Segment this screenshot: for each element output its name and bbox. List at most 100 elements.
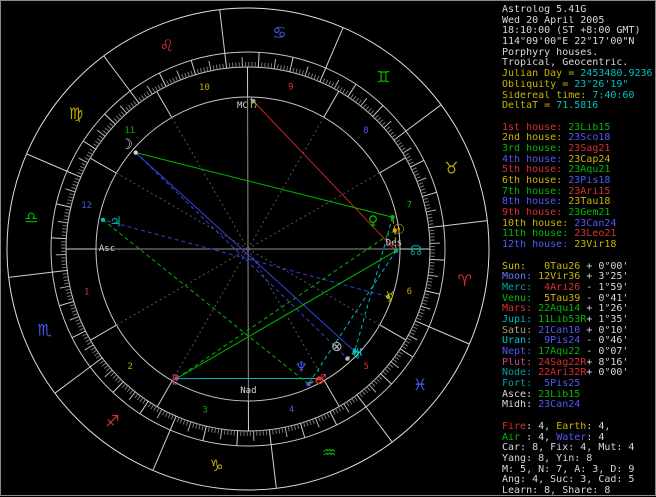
degree-tick bbox=[63, 277, 68, 278]
degree-tick bbox=[80, 328, 85, 330]
degree-tick bbox=[305, 67, 308, 76]
jupiter-glyph: ♃ bbox=[109, 214, 122, 230]
degree-tick bbox=[367, 387, 370, 391]
panel-text: 23Ari15 bbox=[568, 187, 610, 197]
sign-leo-glyph: ♌ bbox=[160, 36, 174, 55]
degree-tick bbox=[402, 346, 406, 349]
degree-tick bbox=[158, 85, 160, 89]
degree-tick bbox=[297, 424, 298, 429]
panel-line: Midh: 23Can24 bbox=[502, 400, 656, 411]
degree-tick bbox=[427, 214, 432, 215]
degree-tick bbox=[273, 429, 274, 434]
panel-line: 11th house: 23Leo21 bbox=[502, 229, 656, 240]
panel-text: Moon: bbox=[502, 272, 538, 282]
degree-tick bbox=[79, 169, 84, 171]
degree-tick bbox=[113, 375, 117, 378]
degree-tick bbox=[326, 80, 328, 85]
house-spoke bbox=[248, 249, 380, 325]
degree-tick bbox=[67, 203, 72, 204]
degree-tick bbox=[398, 351, 402, 354]
degree-tick bbox=[280, 65, 281, 70]
degree-tick bbox=[88, 152, 92, 155]
degree-tick bbox=[342, 89, 345, 93]
asc-label: Asc bbox=[99, 244, 115, 254]
degree-tick bbox=[366, 106, 369, 110]
sign-boundary bbox=[153, 430, 170, 470]
sign-aries-glyph: ♈ bbox=[458, 271, 472, 290]
degree-tick bbox=[284, 66, 285, 71]
degree-tick bbox=[383, 371, 387, 374]
panel-text: : 4, bbox=[586, 422, 610, 432]
degree-tick bbox=[420, 309, 425, 311]
degree-tick bbox=[199, 425, 200, 430]
sun-glyph: ☉ bbox=[393, 222, 406, 238]
degree-tick bbox=[82, 163, 86, 165]
degree-tick bbox=[216, 65, 217, 70]
panel-line: Merc: 4Ari26 - 1°59' bbox=[502, 283, 656, 294]
degree-tick bbox=[111, 373, 115, 376]
panel-line: Venu: 5Tau39 - 0°41' bbox=[502, 294, 656, 305]
panel-text: 18:10:00 (ST +8:00 GMT) bbox=[502, 26, 640, 36]
degree-tick bbox=[90, 149, 94, 152]
degree-tick bbox=[130, 91, 139, 103]
degree-tick bbox=[68, 197, 73, 198]
panel-line: Ang: 4, Suc: 3, Cad: 5 bbox=[502, 475, 656, 486]
moon-dot bbox=[134, 150, 138, 154]
degree-tick bbox=[293, 68, 294, 73]
panel-text: DeltaT = bbox=[502, 101, 556, 111]
degree-tick bbox=[424, 297, 429, 298]
degree-tick bbox=[148, 403, 151, 407]
degree-tick bbox=[398, 142, 402, 145]
degree-tick bbox=[139, 97, 142, 101]
degree-tick bbox=[186, 421, 188, 426]
panel-line: Fire: 4, Earth: 4, bbox=[502, 422, 656, 433]
degree-tick bbox=[114, 119, 118, 122]
degree-tick bbox=[424, 294, 429, 295]
degree-tick bbox=[157, 408, 159, 412]
degree-tick bbox=[315, 418, 319, 427]
panel-text: 24Sag22R bbox=[538, 358, 586, 368]
sign-pisces-glyph: ♓ bbox=[413, 375, 427, 394]
panel-text: 114°09'00"E 22°17'00"N bbox=[502, 37, 634, 47]
panel-text: Obliquity = bbox=[502, 80, 574, 90]
degree-tick bbox=[63, 274, 68, 275]
degree-tick bbox=[86, 155, 90, 158]
degree-tick bbox=[382, 122, 386, 125]
degree-tick bbox=[310, 420, 312, 425]
panel-line: Uran: 9Pis24 - 0°46' bbox=[502, 336, 656, 347]
degree-tick bbox=[84, 337, 88, 339]
degree-tick bbox=[379, 120, 383, 123]
degree-tick bbox=[113, 382, 123, 393]
house-spoke bbox=[172, 249, 248, 381]
degree-tick bbox=[168, 414, 170, 419]
panel-line: Porphyry houses. bbox=[502, 48, 656, 59]
degree-tick bbox=[60, 286, 70, 288]
degree-tick bbox=[421, 306, 430, 309]
panel-line bbox=[502, 112, 656, 123]
astrolog-window: ♈♉♊♋♌♍♎♏♐♑♒♓123456789101112☉☽☿♀♂♃♄♅♆♇☊⊗A… bbox=[0, 0, 656, 496]
degree-tick bbox=[372, 383, 375, 387]
sign-boundary bbox=[55, 367, 90, 393]
sign-boundary bbox=[9, 272, 53, 277]
panel-text: Asce: bbox=[502, 390, 538, 400]
degree-tick bbox=[66, 189, 75, 192]
house-number: 3 bbox=[202, 405, 207, 415]
degree-tick bbox=[333, 410, 335, 414]
degree-tick bbox=[70, 304, 75, 306]
degree-tick bbox=[200, 68, 201, 73]
degree-tick bbox=[188, 72, 190, 77]
sign-boundary bbox=[27, 154, 67, 171]
degree-tick bbox=[408, 159, 412, 161]
degree-tick bbox=[376, 378, 380, 382]
degree-tick bbox=[330, 412, 337, 425]
degree-tick bbox=[193, 423, 194, 428]
degree-tick bbox=[318, 417, 320, 422]
degree-tick bbox=[268, 63, 269, 68]
degree-tick bbox=[362, 391, 365, 395]
degree-tick bbox=[430, 259, 445, 260]
degree-tick bbox=[78, 325, 83, 327]
degree-tick bbox=[177, 71, 181, 80]
panel-text: 17Aqu22 bbox=[538, 347, 586, 357]
degree-tick bbox=[426, 208, 431, 209]
degree-tick bbox=[62, 225, 67, 226]
